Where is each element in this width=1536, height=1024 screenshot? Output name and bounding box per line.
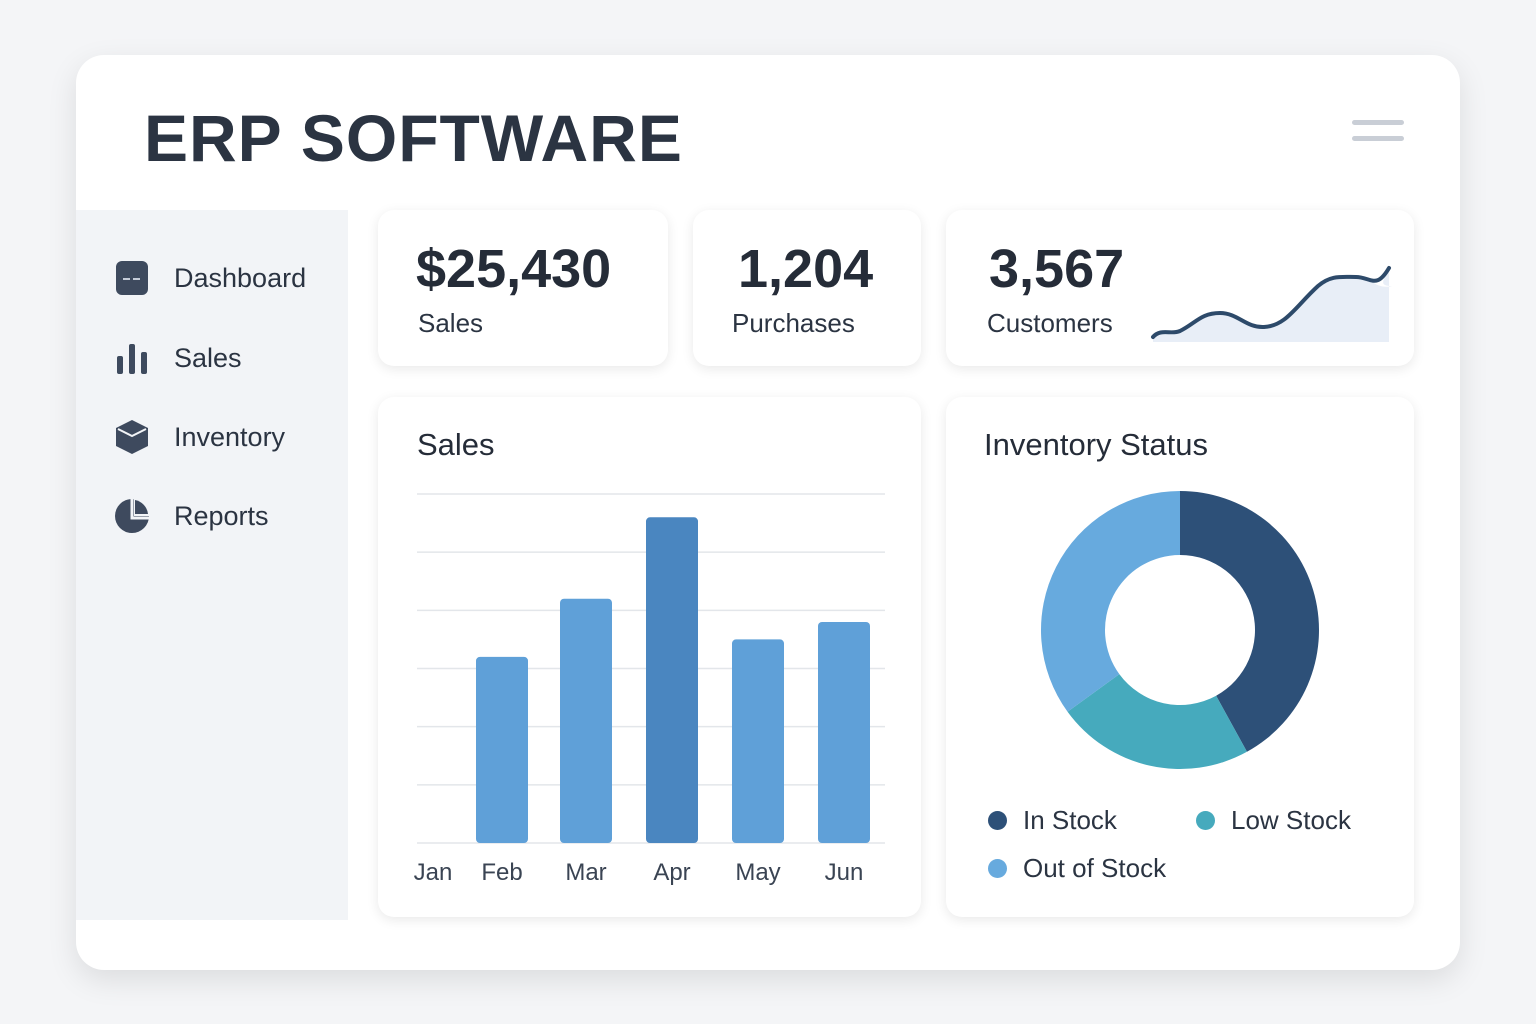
legend-in-stock: In Stock <box>988 805 1117 836</box>
pie-chart-icon <box>114 498 150 534</box>
x-tick-label: Feb <box>481 859 523 886</box>
bar-jun[interactable] <box>818 621 870 843</box>
stat-card-sales: $25,430 Sales <box>378 210 668 366</box>
sidebar-item-reports[interactable]: Reports <box>114 498 269 534</box>
stat-card-customers: 3,567 Customers <box>946 210 1414 366</box>
stat-label: Sales <box>418 308 484 338</box>
bar-feb[interactable] <box>476 656 528 843</box>
x-tick-label: Apr <box>653 859 691 886</box>
sales-chart-card: Sales Jan Feb Mar Apr May Jun <box>378 397 921 917</box>
hamburger-icon[interactable] <box>1352 120 1404 152</box>
bar-chart-icon <box>114 340 150 376</box>
inventory-status-card: Inventory Status In Stock Low Stock Out … <box>946 397 1414 917</box>
sidebar-item-sales[interactable]: Sales <box>114 340 242 376</box>
x-tick-label: May <box>735 859 781 886</box>
sidebar-item-label: Dashboard <box>174 262 307 293</box>
dashboard-icon <box>114 260 150 296</box>
legend-label: Out of Stock <box>1023 853 1167 883</box>
legend-label: In Stock <box>1023 805 1117 835</box>
sidebar <box>76 210 348 920</box>
legend-dot <box>1196 811 1215 830</box>
sidebar-item-inventory[interactable]: Inventory <box>114 419 285 455</box>
x-tick-label: Mar <box>565 859 607 886</box>
app-title: ERP SOFTWARE <box>144 101 683 175</box>
bar-may[interactable] <box>732 639 784 843</box>
slice-out-of-stock[interactable] <box>1041 491 1180 712</box>
sidebar-item-label: Inventory <box>174 421 286 452</box>
x-tick-label: Jan <box>413 859 453 886</box>
customers-sparkline <box>1151 266 1392 342</box>
sidebar-item-label: Sales <box>174 342 242 373</box>
x-tick-label: Jun <box>824 859 864 886</box>
sales-bar-chart <box>417 493 885 844</box>
inventory-donut-chart <box>1041 491 1319 769</box>
stat-label: Purchases <box>732 308 855 338</box>
legend-dot <box>988 859 1007 878</box>
sidebar-item-dashboard[interactable]: Dashboard <box>114 260 306 296</box>
legend-low-stock: Low Stock <box>1196 805 1351 836</box>
box-icon <box>114 419 150 455</box>
stat-card-purchases: 1,204 Purchases <box>693 210 921 366</box>
legend-dot <box>988 811 1007 830</box>
legend-out-of-stock: Out of Stock <box>988 853 1166 884</box>
bar-apr[interactable] <box>646 517 698 843</box>
bar-mar[interactable] <box>560 598 612 843</box>
stat-value: $25,430 <box>416 239 612 299</box>
stat-value: 1,204 <box>738 239 874 299</box>
legend-label: Low Stock <box>1231 805 1351 835</box>
sidebar-item-label: Reports <box>174 500 269 531</box>
